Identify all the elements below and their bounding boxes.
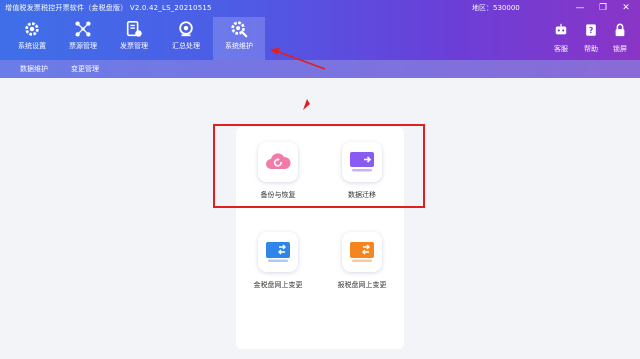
invoice-icon <box>126 20 142 37</box>
region-label: 地区：530000 <box>472 4 520 12</box>
sub-navigation: 数据维护 变更管理 <box>0 60 640 78</box>
maximize-icon[interactable]: ❐ <box>593 1 613 15</box>
card-report-disk-online-change[interactable]: 报税盘网上变更 <box>322 232 402 302</box>
card-tax-disk-online-change[interactable]: 金税盘网上变更 <box>238 232 318 302</box>
toolbar-item-lock-screen[interactable]: 锁屏 <box>605 17 635 60</box>
main-toolbar: 系统设置 票源管理 发票管理 汇总处理 系统维护 客服 ? 帮助 锁屏 <box>0 17 640 60</box>
lock-icon <box>615 23 625 37</box>
card-label: 报税盘网上变更 <box>337 281 387 289</box>
card-tile <box>258 232 298 272</box>
report-disk-change-icon <box>350 242 374 262</box>
tax-disk-change-icon <box>266 242 290 262</box>
robot-icon <box>555 23 567 35</box>
close-icon[interactable]: ✕ <box>616 1 636 15</box>
card-label: 金税盘网上变更 <box>253 281 303 289</box>
toolbar-label: 系统维护 <box>225 42 253 50</box>
toolbar-label: 汇总处理 <box>172 42 200 50</box>
gear-icon <box>25 22 39 36</box>
main-content: 备份与恢复 数据迁移 金税盘网上变更 报税盘网上变更 <box>0 78 640 359</box>
toolbar-item-system-settings[interactable]: 系统设置 <box>6 17 58 60</box>
toolbar-label: 帮助 <box>584 45 598 53</box>
card-tile <box>342 232 382 272</box>
app-window: 增值税发票税控开票软件（金税盘版） V2.0.42_LS_20210515 地区… <box>0 0 640 359</box>
network-icon <box>75 21 91 37</box>
minimize-icon[interactable]: — <box>570 1 590 15</box>
window-controls: — ❐ ✕ <box>570 1 636 15</box>
maintenance-icon <box>231 21 248 38</box>
toolbar-item-ticket-source[interactable]: 票源管理 <box>57 17 109 60</box>
app-title: 增值税发票税控开票软件（金税盘版） V2.0.42_LS_20210515 <box>5 4 212 12</box>
help-icon: ? <box>586 24 596 36</box>
toolbar-label: 票源管理 <box>69 42 97 50</box>
toolbar-item-system-maintenance[interactable]: 系统维护 <box>213 17 265 60</box>
toolbar-item-summary[interactable]: 汇总处理 <box>160 17 212 60</box>
toolbar-label: 锁屏 <box>613 45 627 53</box>
annotation-highlight-box <box>213 124 425 208</box>
subnav-item-change-management[interactable]: 变更管理 <box>71 64 99 74</box>
subnav-item-data-maintenance[interactable]: 数据维护 <box>20 64 48 74</box>
toolbar-label: 客服 <box>554 45 568 53</box>
toolbar-label: 发票管理 <box>120 42 148 50</box>
toolbar-item-invoice-management[interactable]: 发票管理 <box>108 17 160 60</box>
header: 增值税发票税控开票软件（金税盘版） V2.0.42_LS_20210515 地区… <box>0 0 640 60</box>
title-bar: 增值税发票税控开票软件（金税盘版） V2.0.42_LS_20210515 地区… <box>0 0 640 17</box>
toolbar-label: 系统设置 <box>18 42 46 50</box>
toolbar-item-help[interactable]: ? 帮助 <box>576 17 606 60</box>
summary-icon <box>179 21 193 37</box>
svg-text:?: ? <box>589 26 594 35</box>
toolbar-item-customer-service[interactable]: 客服 <box>546 17 576 60</box>
